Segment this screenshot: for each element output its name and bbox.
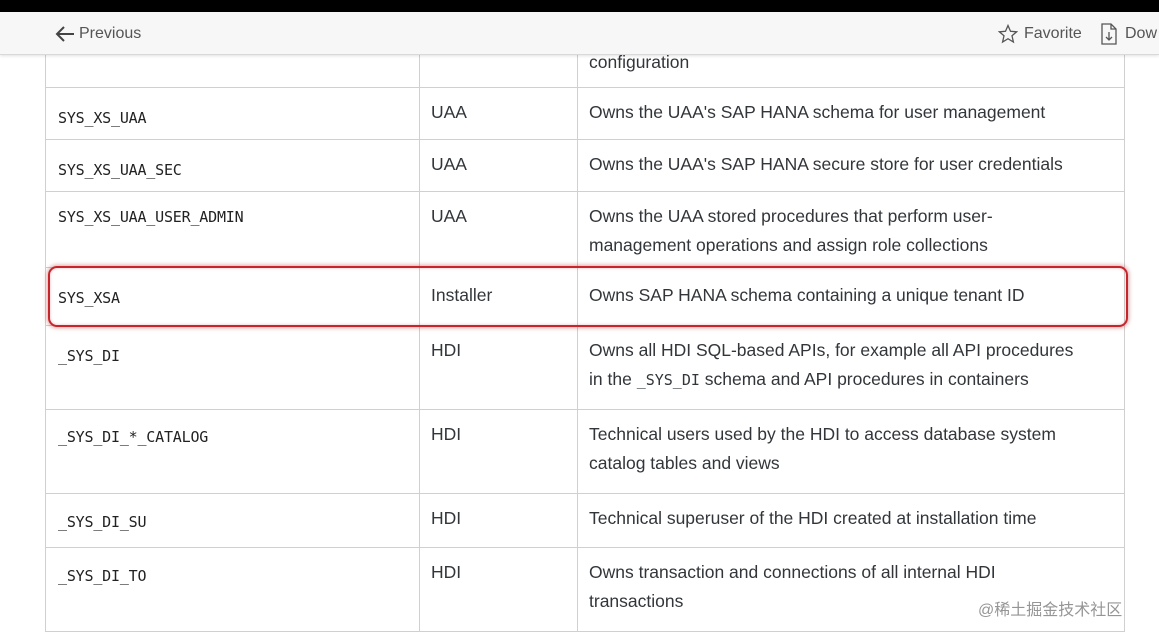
- component-cell: HDI: [419, 493, 578, 548]
- previous-button[interactable]: Previous: [54, 23, 141, 45]
- table-row: _SYS_DI HDI Owns all HDI SQL-based APIs,…: [45, 325, 1125, 410]
- description-text: in the: [589, 369, 637, 389]
- description-line: Owns transaction and connections of all …: [589, 562, 996, 582]
- user-cell: SYS_XSA: [45, 267, 420, 326]
- download-pdf-icon: [1101, 23, 1117, 45]
- component-cell: HDI: [419, 325, 578, 410]
- description-line: in the _SYS_DI schema and API procedures…: [589, 365, 1113, 395]
- description-line: Owns the UAA stored procedures that perf…: [589, 206, 993, 226]
- window-top-bar: [0, 0, 1159, 12]
- watermark-text: @稀土掘金技术社区: [978, 602, 1123, 619]
- description-line: management operations and assign role co…: [589, 235, 988, 255]
- user-cell: _SYS_DI_SU: [45, 493, 420, 548]
- document-toolbar: Previous Favorite Dow: [0, 12, 1159, 55]
- description-cell: Owns all HDI SQL-based APIs, for example…: [577, 325, 1125, 410]
- description-line: Owns all HDI SQL-based APIs, for example…: [589, 340, 1074, 360]
- favorite-button[interactable]: Favorite: [998, 23, 1082, 45]
- component-cell: HDI: [419, 547, 578, 632]
- description-text: schema and API procedures in containers: [699, 369, 1029, 389]
- description-cell: Owns the UAA's SAP HANA secure store for…: [577, 139, 1125, 192]
- technical-users-table: configuration SYS_XS_UAA UAA Owns the UA…: [45, 36, 1125, 632]
- component-cell: UAA: [419, 139, 578, 192]
- table-row: _SYS_DI_TO HDI Owns transaction and conn…: [45, 547, 1125, 632]
- download-button[interactable]: Dow: [1099, 23, 1157, 45]
- code-inline: _SYS_DI: [636, 371, 700, 389]
- user-cell: _SYS_DI_*_CATALOG: [45, 409, 420, 494]
- user-cell: SYS_XS_UAA: [45, 87, 420, 140]
- component-cell: HDI: [419, 409, 578, 494]
- table-row: _SYS_DI_*_CATALOG HDI Technical users us…: [45, 409, 1125, 494]
- description-line: Technical users used by the HDI to acces…: [589, 424, 1056, 444]
- description-cell: Owns the UAA's SAP HANA schema for user …: [577, 87, 1125, 140]
- table-row: SYS_XS_UAA_SEC UAA Owns the UAA's SAP HA…: [45, 139, 1125, 192]
- description-cell: Technical superuser of the HDI created a…: [577, 493, 1125, 548]
- table-row: _SYS_DI_SU HDI Technical superuser of th…: [45, 493, 1125, 548]
- component-cell: UAA: [419, 87, 578, 140]
- previous-label: Previous: [79, 25, 142, 42]
- description-cell: Owns SAP HANA schema containing a unique…: [577, 267, 1125, 326]
- star-icon: [998, 24, 1018, 44]
- description-cell: Owns the UAA stored procedures that perf…: [577, 191, 1125, 268]
- table-row: SYS_XS_UAA UAA Owns the UAA's SAP HANA s…: [45, 87, 1125, 140]
- favorite-label: Favorite: [1024, 25, 1082, 42]
- description-line: catalog tables and views: [589, 453, 780, 473]
- table-row-highlighted: SYS_XSA Installer Owns SAP HANA schema c…: [45, 267, 1125, 326]
- user-cell: SYS_XS_UAA_USER_ADMIN: [45, 191, 420, 268]
- download-label: Dow: [1125, 25, 1158, 42]
- table-row: SYS_XS_UAA_USER_ADMIN UAA Owns the UAA s…: [45, 191, 1125, 268]
- component-cell: UAA: [419, 191, 578, 268]
- user-cell: _SYS_DI: [45, 325, 420, 410]
- component-cell: Installer: [419, 267, 578, 326]
- arrow-left-icon: [55, 26, 74, 42]
- user-cell: _SYS_DI_TO: [45, 547, 420, 632]
- description-cell: Technical users used by the HDI to acces…: [577, 409, 1125, 494]
- user-cell: SYS_XS_UAA_SEC: [45, 139, 420, 192]
